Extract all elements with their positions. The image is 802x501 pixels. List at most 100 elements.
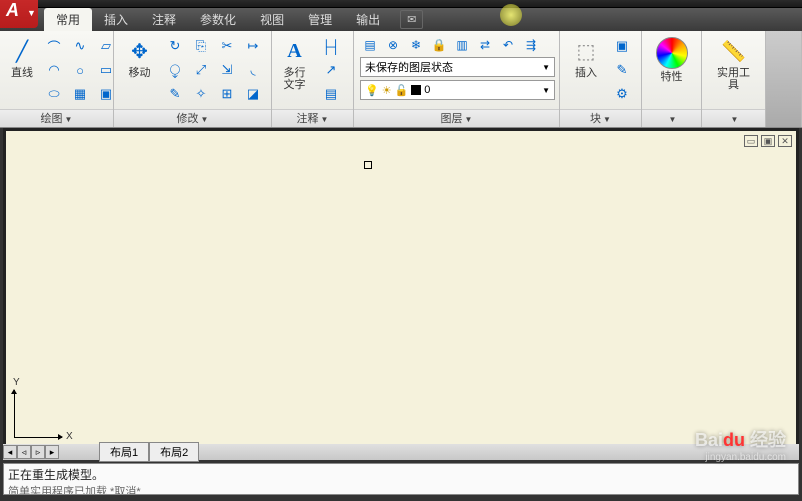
panel-utilities: 📏 实用工具 ▼ — [702, 31, 766, 127]
panel-title-modify[interactable]: 修改▼ — [114, 109, 271, 127]
panel-modify: ✥ 移动 ↻ ⎘ ✂ ↦ ⧬ ⤢ ⇲ ◟ ✎ ✧ ⊞ ◪ 修改▼ — [114, 31, 272, 127]
watermark: Baidu 经验 jingyan.baidu.com — [695, 426, 786, 463]
ellipse-icon[interactable]: ⬭ — [42, 83, 66, 105]
vp-close-icon[interactable]: ✕ — [778, 135, 792, 147]
layer-match-icon[interactable]: ⇄ — [475, 36, 495, 54]
app-menu-button[interactable]: A▼ — [0, 0, 38, 28]
bulb-icon: 💡 — [365, 84, 379, 97]
layer-tools-row: ▤ ⊗ ❄ 🔒 ▥ ⇄ ↶ ⇶ — [360, 36, 541, 54]
panel-title-util[interactable]: ▼ — [702, 109, 765, 127]
ucs-y-label: Y — [13, 377, 20, 388]
trim-icon[interactable]: ✂ — [215, 35, 239, 57]
tab-manage[interactable]: 管理 — [296, 8, 344, 31]
layer-current-dropdown[interactable]: 💡 ☀ 🔓 0 ▼ — [360, 80, 555, 100]
ribbon-tabs: 常用 插入 注释 参数化 视图 管理 输出 ✉ — [0, 8, 802, 31]
insert-block-button[interactable]: ⬚ 插入 — [566, 35, 606, 81]
block-create-icon[interactable]: ▣ — [610, 35, 634, 57]
rotate-icon[interactable]: ↻ — [163, 35, 187, 57]
tab-output[interactable]: 输出 — [344, 8, 392, 31]
insert-icon: ⬚ — [572, 37, 600, 65]
offset-icon[interactable]: ◪ — [241, 83, 265, 105]
tab-annotate[interactable]: 注释 — [140, 8, 188, 31]
mtext-button[interactable]: A 多行 文字 — [278, 35, 311, 93]
panel-properties: 特性 ▼ — [642, 31, 702, 127]
panel-annotate: A 多行 文字 ├┤ ↗ ▤ 注释▼ — [272, 31, 354, 127]
layer-state-dropdown[interactable]: 未保存的图层状态 ▼ — [360, 57, 555, 77]
mirror-icon[interactable]: ⧬ — [163, 59, 187, 81]
modify-tools-grid: ↻ ⎘ ✂ ↦ ⧬ ⤢ ⇲ ◟ ✎ ✧ ⊞ ◪ — [163, 35, 265, 105]
layer-prev-icon[interactable]: ↶ — [498, 36, 518, 54]
layer-state-text: 未保存的图层状态 — [365, 59, 453, 75]
prop-label: 特性 — [661, 71, 683, 83]
lock-open-icon: 🔓 — [395, 84, 409, 97]
block-attr-icon[interactable]: ⚙ — [610, 83, 634, 105]
layout-tab-2[interactable]: 布局2 — [149, 442, 199, 462]
insert-label: 插入 — [575, 67, 597, 79]
circle-icon[interactable]: ○ — [68, 59, 92, 81]
command-text-2: 简单实用程序已加载 *取消* — [8, 483, 794, 495]
tab-parametric[interactable]: 参数化 — [188, 8, 248, 31]
tab-nav-last[interactable]: ▸ — [45, 445, 59, 459]
vp-max-icon[interactable]: ▣ — [761, 135, 775, 147]
hatch-icon[interactable]: ▦ — [68, 83, 92, 105]
panel-title-block[interactable]: 块▼ — [560, 109, 641, 127]
leader-icon[interactable]: ↗ — [315, 59, 347, 81]
mail-icon[interactable]: ✉ — [400, 10, 423, 29]
line-icon: ╱ — [8, 37, 36, 65]
vp-min-icon[interactable]: ▭ — [744, 135, 758, 147]
panel-title-draw[interactable]: 绘图▼ — [0, 109, 113, 127]
spline-icon[interactable]: ∿ — [68, 35, 92, 57]
line-button[interactable]: ╱ 直线 — [6, 35, 38, 81]
mtext-label: 多行 文字 — [284, 67, 306, 91]
panel-title-annotate[interactable]: 注释▼ — [272, 109, 353, 127]
tab-nav-prev[interactable]: ◃ — [17, 445, 31, 459]
explode-icon[interactable]: ✧ — [189, 83, 213, 105]
drawing-canvas[interactable]: Y X ▭ ▣ ✕ — [6, 131, 796, 444]
tab-common[interactable]: 常用 — [44, 8, 92, 31]
layer-off-icon[interactable]: ⊗ — [383, 36, 403, 54]
erase-icon[interactable]: ✎ — [163, 83, 187, 105]
stretch-icon[interactable]: ⇲ — [215, 59, 239, 81]
measure-icon: 📏 — [720, 37, 748, 65]
layer-iso-icon[interactable]: ▥ — [452, 36, 472, 54]
sun-icon: ☀ — [382, 84, 392, 97]
ribbon-collapse[interactable] — [766, 31, 802, 127]
title-bar: A▼ — [0, 0, 802, 8]
app-logo-letter: A — [0, 0, 19, 20]
command-text-1: 正在重生成模型。 — [8, 466, 794, 483]
chevron-down-icon: ▼ — [542, 86, 550, 95]
utilities-button[interactable]: 📏 实用工具 — [714, 35, 754, 93]
model-space-frame: Y X ▭ ▣ ✕ ◂ ◃ ▹ ▸ 布局1 布局2 — [3, 128, 799, 460]
properties-button[interactable]: 特性 — [652, 35, 692, 85]
polyline-icon[interactable]: ⌒ — [42, 35, 66, 57]
viewport-controls: ▭ ▣ ✕ — [744, 135, 792, 147]
panel-title-layers[interactable]: 图层▼ — [354, 109, 559, 127]
command-line[interactable]: 正在重生成模型。 简单实用程序已加载 *取消* — [3, 463, 799, 495]
layout-tabs-bar: ◂ ◃ ▹ ▸ 布局1 布局2 — [3, 444, 799, 460]
copy-icon[interactable]: ⎘ — [189, 35, 213, 57]
layer-walk-icon[interactable]: ⇶ — [521, 36, 541, 54]
tab-nav-first[interactable]: ◂ — [3, 445, 17, 459]
arc-icon[interactable]: ◠ — [42, 59, 66, 81]
fillet-icon[interactable]: ◟ — [241, 59, 265, 81]
dim-linear-icon[interactable]: ├┤ — [315, 35, 347, 57]
chevron-down-icon: ▼ — [542, 63, 550, 72]
panel-layers: ▤ ⊗ ❄ 🔒 ▥ ⇄ ↶ ⇶ 未保存的图层状态 ▼ 💡 ☀ 🔓 0 — [354, 31, 560, 127]
extend-icon[interactable]: ↦ — [241, 35, 265, 57]
layer-freeze-icon[interactable]: ❄ — [406, 36, 426, 54]
panel-title-prop[interactable]: ▼ — [642, 109, 701, 127]
layer-name: 0 — [424, 84, 430, 96]
block-edit-icon[interactable]: ✎ — [610, 59, 634, 81]
tab-nav-next[interactable]: ▹ — [31, 445, 45, 459]
layout-tab-1[interactable]: 布局1 — [99, 442, 149, 462]
layer-lock-icon[interactable]: 🔒 — [429, 36, 449, 54]
table-icon[interactable]: ▤ — [315, 83, 347, 105]
panel-draw: ╱ 直线 ⌒ ∿ ▱ ◠ ○ ▭ ⬭ ▦ ▣ 绘图▼ — [0, 31, 114, 127]
move-button[interactable]: ✥ 移动 — [120, 35, 159, 81]
tab-insert[interactable]: 插入 — [92, 8, 140, 31]
tab-view[interactable]: 视图 — [248, 8, 296, 31]
move-label: 移动 — [129, 67, 151, 79]
layer-prop-icon[interactable]: ▤ — [360, 36, 380, 54]
scale-icon[interactable]: ⤢ — [189, 59, 213, 81]
array-icon[interactable]: ⊞ — [215, 83, 239, 105]
